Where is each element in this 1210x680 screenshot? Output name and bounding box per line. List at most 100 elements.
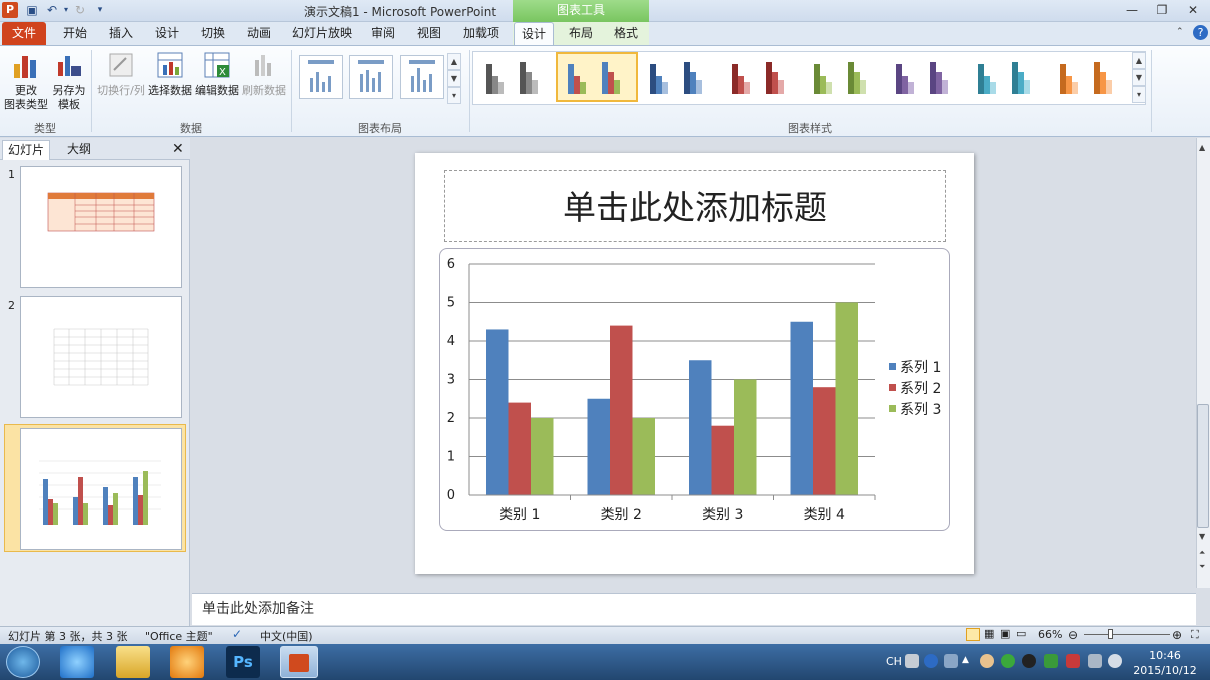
chart-layout-2[interactable] bbox=[349, 55, 393, 99]
normal-view-icon[interactable] bbox=[966, 628, 980, 641]
slide-title[interactable]: 单击此处添加标题 bbox=[444, 181, 946, 229]
edit-data-button[interactable]: X 编辑数据 bbox=[195, 48, 239, 98]
shield-tray-icon[interactable] bbox=[1044, 654, 1058, 668]
tab-outline[interactable]: 大纲 bbox=[54, 140, 104, 160]
zoom-out-icon[interactable]: ⊖ bbox=[1068, 628, 1078, 642]
input-language[interactable]: CH bbox=[886, 655, 902, 668]
flag-tray-icon[interactable] bbox=[1066, 654, 1080, 668]
tab-chart-format[interactable]: 格式 bbox=[607, 22, 645, 45]
powerpoint-taskbar-icon[interactable] bbox=[280, 646, 318, 678]
zoom-slider-thumb[interactable] bbox=[1108, 629, 1113, 639]
user-tray-icon[interactable] bbox=[980, 654, 994, 668]
start-button-icon[interactable] bbox=[6, 646, 40, 678]
language-status[interactable]: 中文(中国) bbox=[260, 628, 313, 644]
tab-slides[interactable]: 幻灯片 bbox=[2, 140, 50, 160]
slide-thumbnail-2[interactable] bbox=[20, 296, 182, 418]
select-data-button[interactable]: 选择数据 bbox=[148, 48, 192, 98]
style-purple[interactable] bbox=[896, 62, 948, 94]
chart-layout-3[interactable] bbox=[400, 55, 444, 99]
internet-explorer-icon[interactable] bbox=[60, 646, 94, 678]
save-as-template-button[interactable]: 另存为 模板 bbox=[50, 48, 88, 112]
tab-transitions[interactable]: 切换 bbox=[194, 22, 232, 45]
qq-tray-icon[interactable] bbox=[1022, 654, 1036, 668]
slideshow-view-icon[interactable]: ▭ bbox=[1016, 627, 1026, 640]
tab-view[interactable]: 视图 bbox=[410, 22, 448, 45]
style-blue[interactable] bbox=[650, 62, 702, 94]
reading-view-icon[interactable]: ▣ bbox=[1000, 627, 1010, 640]
security-tray-icon[interactable] bbox=[1001, 654, 1015, 668]
minimize-icon[interactable]: — bbox=[1120, 2, 1144, 18]
style-scroll-up[interactable]: ▲ bbox=[1132, 52, 1146, 69]
spellcheck-icon[interactable]: ✓ bbox=[232, 627, 242, 641]
help-tray-icon[interactable] bbox=[924, 654, 938, 668]
notes-placeholder[interactable]: 单击此处添加备注 bbox=[202, 598, 314, 618]
slide-thumbnail-3[interactable] bbox=[20, 428, 182, 550]
photoshop-icon[interactable]: Ps bbox=[226, 646, 260, 678]
previous-slide-icon[interactable]: ⏶ bbox=[1199, 548, 1205, 558]
switch-row-column-button[interactable]: 切换行/列 bbox=[96, 48, 146, 98]
style-gray[interactable] bbox=[486, 62, 538, 94]
slide-thumbnail-1[interactable] bbox=[20, 166, 182, 288]
save-template-icon bbox=[58, 56, 81, 76]
help-icon[interactable]: ? bbox=[1193, 25, 1208, 40]
theme-status[interactable]: "Office 主题" bbox=[145, 628, 213, 644]
save-template-label-1: 另存为 bbox=[52, 84, 86, 97]
tab-insert[interactable]: 插入 bbox=[102, 22, 140, 45]
file-explorer-icon[interactable] bbox=[116, 646, 150, 678]
style-more[interactable]: ▾ bbox=[1132, 86, 1146, 103]
restore-icon[interactable]: ❐ bbox=[1150, 2, 1174, 18]
tab-review[interactable]: 审阅 bbox=[364, 22, 402, 45]
style-colorful[interactable] bbox=[568, 62, 620, 94]
zoom-in-icon[interactable]: ⊕ bbox=[1172, 628, 1182, 642]
zoom-slider-track[interactable] bbox=[1084, 634, 1170, 635]
bar-chart[interactable]: 0 1 2 3 4 5 6 类别 1 类别 2 类别 3 类别 4 系列 1 系列 2 系列 3 bbox=[439, 248, 950, 531]
zoom-level[interactable]: 66% bbox=[1038, 628, 1062, 641]
change-chart-type-label-1: 更改 bbox=[15, 84, 37, 97]
edit-data-label: 编辑数据 bbox=[195, 84, 239, 97]
close-icon[interactable]: ✕ bbox=[1181, 2, 1205, 18]
close-pane-icon[interactable]: ✕ bbox=[172, 141, 184, 157]
display-tray-icon[interactable] bbox=[1088, 654, 1102, 668]
scroll-up-icon[interactable]: ▲ bbox=[1199, 143, 1205, 152]
tab-design[interactable]: 设计 bbox=[148, 22, 186, 45]
keyboard-tray-icon[interactable] bbox=[905, 654, 919, 668]
refresh-data-button[interactable]: 刷新数据 bbox=[241, 48, 287, 98]
network-tray-icon[interactable] bbox=[944, 654, 958, 668]
minimize-ribbon-icon[interactable]: ⌃ bbox=[1176, 27, 1184, 37]
show-hidden-icons-icon[interactable]: ▲ bbox=[962, 655, 969, 665]
style-green[interactable] bbox=[814, 62, 866, 94]
chart-layout-1[interactable] bbox=[299, 55, 343, 99]
style-red[interactable] bbox=[732, 62, 784, 94]
chart-style-thumbnails[interactable] bbox=[480, 56, 1140, 100]
bar bbox=[531, 418, 554, 495]
x-tick-label: 类别 4 bbox=[804, 507, 845, 523]
tab-chart-design[interactable]: 设计 bbox=[514, 22, 554, 45]
scroll-thumb[interactable] bbox=[1197, 404, 1209, 528]
slide-number-2: 2 bbox=[8, 299, 15, 312]
y-tick-label: 1 bbox=[447, 450, 455, 465]
edit-data-icon: X bbox=[204, 52, 230, 78]
next-slide-icon[interactable]: ⏷ bbox=[1199, 562, 1205, 572]
fit-to-window-icon[interactable]: ⛶ bbox=[1191, 628, 1199, 642]
group-label-styles: 图表样式 bbox=[788, 122, 832, 135]
style-orange[interactable] bbox=[1060, 62, 1112, 94]
style-scroll-down[interactable]: ▼ bbox=[1132, 69, 1146, 86]
layout-more[interactable]: ▾ bbox=[447, 87, 461, 104]
tab-home[interactable]: 开始 bbox=[56, 22, 94, 45]
group-label-layout: 图表布局 bbox=[358, 122, 402, 135]
style-teal[interactable] bbox=[978, 62, 1030, 94]
scroll-down-icon[interactable]: ▼ bbox=[1199, 532, 1205, 541]
tab-addins[interactable]: 加载项 bbox=[458, 22, 504, 45]
tab-chart-layout[interactable]: 布局 bbox=[562, 22, 600, 45]
media-player-icon[interactable] bbox=[170, 646, 204, 678]
notes-pane[interactable] bbox=[192, 593, 1196, 625]
tab-slideshow[interactable]: 幻灯片放映 bbox=[288, 22, 356, 45]
volume-tray-icon[interactable] bbox=[1108, 654, 1122, 668]
layout-scroll-up[interactable]: ▲ bbox=[447, 53, 461, 70]
taskbar-clock[interactable]: 10:46 2015/10/12 bbox=[1130, 648, 1200, 678]
layout-scroll-down[interactable]: ▼ bbox=[447, 70, 461, 87]
tab-file[interactable]: 文件 bbox=[2, 22, 46, 45]
change-chart-type-button[interactable]: 更改 图表类型 bbox=[4, 48, 48, 112]
tab-animations[interactable]: 动画 bbox=[240, 22, 278, 45]
slide-sorter-icon[interactable]: ▦ bbox=[984, 627, 994, 640]
